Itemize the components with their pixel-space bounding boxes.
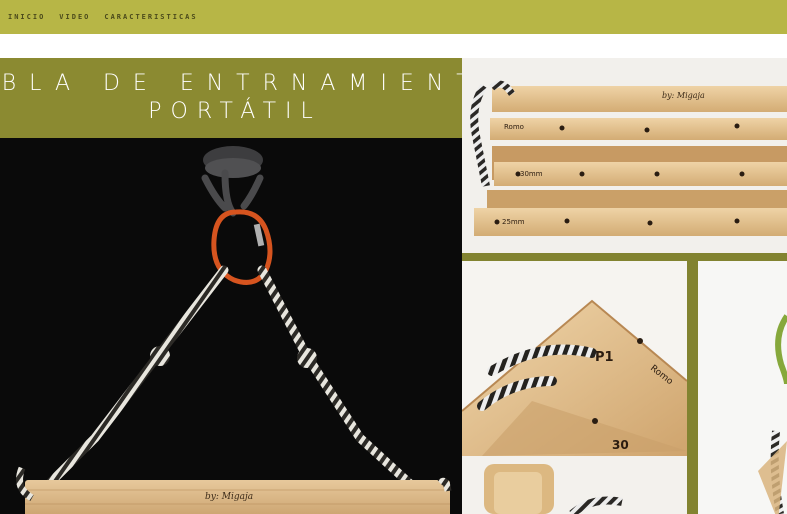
top-nav: INICIO VIDEO CARACTERISTICAS: [0, 0, 787, 34]
hero-title-line-2: PORTÁTIL: [148, 99, 322, 124]
nav-link-inicio[interactable]: INICIO: [8, 13, 45, 21]
thumbnail-angled-board[interactable]: P1 Romo 30: [462, 261, 687, 456]
divider-band-horizontal: [462, 253, 787, 261]
label-p1: P1: [595, 350, 614, 365]
nav-link-caracteristicas[interactable]: CARACTERISTICAS: [104, 13, 197, 21]
label-30: 30: [612, 438, 629, 452]
nav-link-video[interactable]: VIDEO: [59, 13, 90, 21]
carabiner-photo: [698, 261, 787, 514]
thumbnail-carabiner[interactable]: [698, 261, 787, 514]
hero-image[interactable]: TABLA DE ENTRNAMIENTO PORTÁTIL: [0, 58, 462, 514]
wood-block-photo: [462, 456, 687, 514]
angled-board-photo: P1 Romo 30: [462, 261, 687, 456]
thumbnail-wood-block[interactable]: [462, 456, 687, 514]
row-label-30mm: 30mm: [520, 170, 543, 178]
row-label-25mm: 25mm: [502, 218, 525, 226]
divider-band-vertical: [687, 261, 698, 514]
board-grips-photo: by: Migaja Romo 30mm 25mm: [462, 58, 787, 253]
hero-title-line-1: TABLA DE ENTRNAMIENTO: [0, 71, 462, 96]
hanging-board-photo: by: Migaja: [0, 138, 462, 514]
thumbnail-board-grips[interactable]: by: Migaja Romo 30mm 25mm: [462, 58, 787, 253]
row-label-romo: Romo: [504, 123, 524, 131]
hero-title-banner: TABLA DE ENTRNAMIENTO PORTÁTIL: [0, 58, 462, 138]
board-brand-text: by: Migaja: [205, 492, 253, 502]
product-gallery: TABLA DE ENTRNAMIENTO PORTÁTIL: [0, 58, 787, 514]
top-board-brand: by: Migaja: [662, 91, 705, 100]
